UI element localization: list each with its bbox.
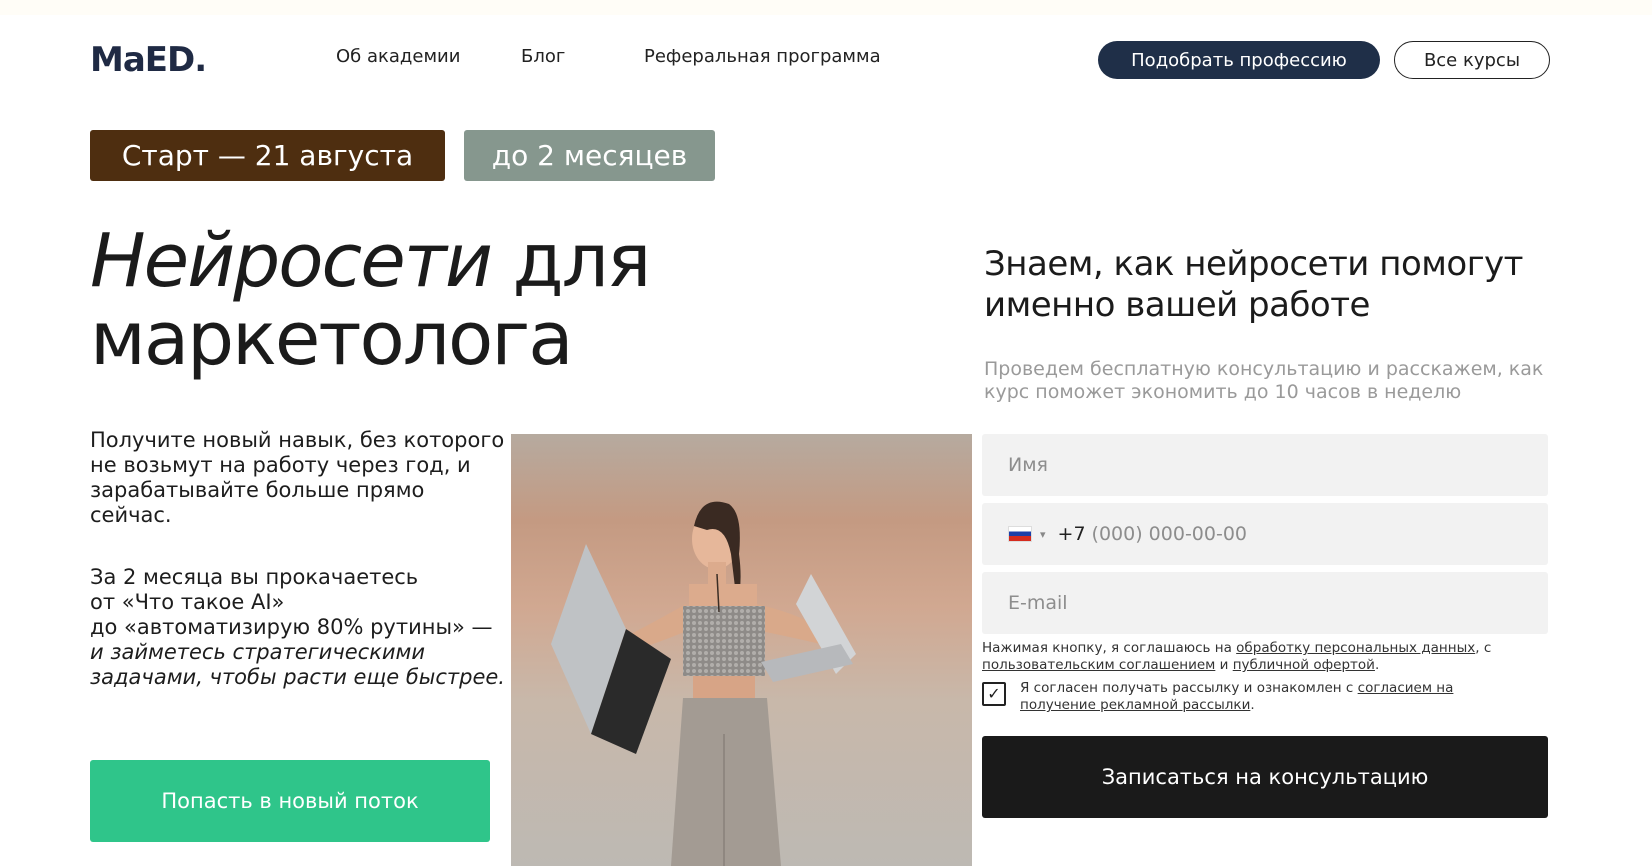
description-italic: и займетесь стратегическими задачами, чт… [90, 640, 505, 689]
title-line2: маркетолога [90, 296, 574, 382]
woman-with-laptops-illustration [551, 501, 856, 866]
email-field[interactable] [982, 572, 1548, 634]
phone-prefix: +7 [1057, 523, 1086, 545]
page-title: Нейросети для маркетолога [90, 222, 651, 378]
name-field[interactable] [982, 434, 1548, 496]
newsletter-consent: ✓ Я согласен получать рассылку и ознаком… [982, 680, 1548, 714]
hero-description: За 2 месяца вы прокачаетесь от «Что тако… [90, 565, 510, 690]
public-offer-link[interactable]: публичной офертой [1233, 657, 1375, 673]
start-date-badge: Старт — 21 августа [90, 130, 445, 181]
chevron-down-icon[interactable]: ▾ [1040, 528, 1046, 541]
submit-consultation-button[interactable]: Записаться на консультацию [982, 736, 1548, 818]
duration-badge: до 2 месяцев [464, 130, 715, 181]
form-title: Знаем, как нейросети помогут именно ваше… [984, 244, 1523, 325]
personal-data-link[interactable]: обработку персональных данных [1236, 640, 1475, 656]
logo[interactable]: MaED. [90, 40, 207, 80]
hero-photo [511, 434, 972, 866]
hero-lead: Получите новый навык, без которого не во… [90, 428, 505, 527]
newsletter-checkbox[interactable]: ✓ [982, 682, 1006, 706]
user-agreement-link[interactable]: пользовательским соглашением [982, 657, 1215, 673]
newsletter-prefix: Я согласен получать рассылку и ознакомле… [1020, 680, 1358, 696]
phone-input[interactable] [1091, 523, 1392, 545]
consent-and: и [1215, 657, 1233, 673]
newsletter-end: . [1250, 697, 1255, 713]
consent-end: . [1374, 657, 1380, 673]
title-rest: для [490, 218, 651, 304]
choose-profession-button[interactable]: Подобрать профессию [1098, 41, 1380, 79]
nav-about[interactable]: Об академии [336, 46, 460, 67]
nav-referral[interactable]: Реферальная программа [644, 46, 881, 67]
checkmark-icon: ✓ [987, 684, 1001, 703]
all-courses-button[interactable]: Все курсы [1394, 41, 1550, 79]
newsletter-text: Я согласен получать рассылку и ознакомле… [1020, 680, 1500, 714]
join-stream-button[interactable]: Попасть в новый поток [90, 760, 490, 842]
description-line: до «автоматизирую 80% рутины» — [90, 615, 493, 639]
consent-text: Нажимая кнопку, я соглашаюсь на обработк… [982, 640, 1548, 674]
form-subtitle: Проведем бесплатную консультацию и расск… [984, 358, 1544, 403]
title-italic: Нейросети [90, 218, 493, 304]
top-strip [0, 0, 1652, 15]
description-line: За 2 месяца вы прокачаетесь [90, 565, 419, 589]
description-line: от «Что такое AI» [90, 590, 285, 614]
consent-mid: , с [1475, 640, 1492, 656]
nav-blog[interactable]: Блог [521, 46, 565, 67]
consent-prefix: Нажимая кнопку, я соглашаюсь на [982, 640, 1237, 656]
phone-field[interactable]: ▾ +7 [982, 503, 1548, 565]
russia-flag-icon[interactable] [1008, 526, 1032, 542]
landing-page: MaED. Об академии Блог Реферальная прогр… [0, 0, 1652, 866]
